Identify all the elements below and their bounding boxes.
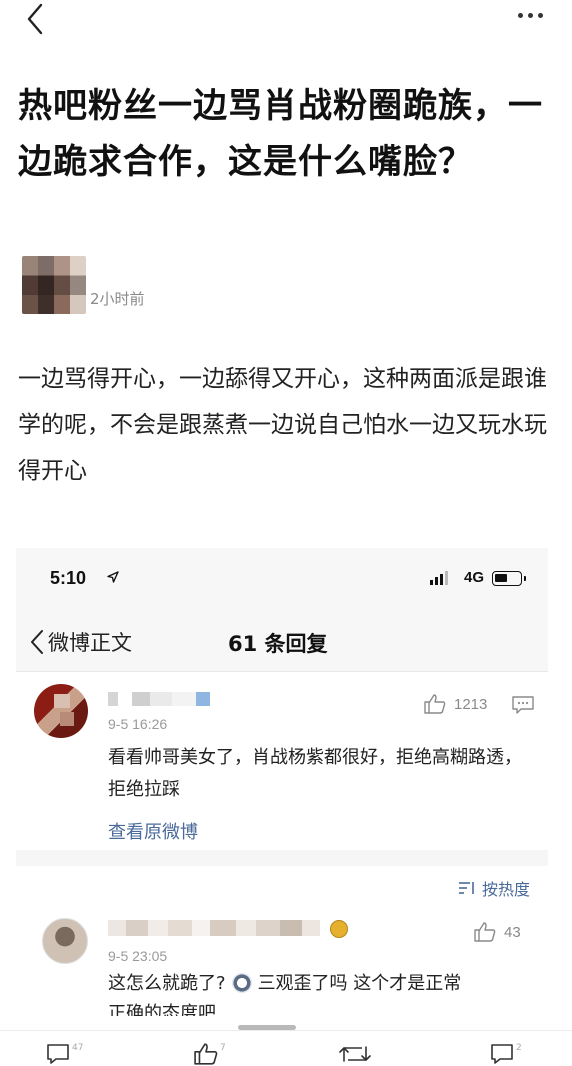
author-row: 2小时前: [22, 256, 422, 316]
commenter-name-blurred[interactable]: [108, 692, 220, 706]
status-time: 5:10: [50, 568, 87, 588]
commenter-name-blurred[interactable]: [108, 920, 356, 936]
view-original-weibo-link[interactable]: 查看原微博: [108, 818, 198, 844]
weibo-back-button[interactable]: 微博正文: [30, 626, 132, 658]
article-body: 一边骂得开心，一边舔得又开心，这种两面派是跟谁学的呢，不会是跟蒸煮一边说自己怕水…: [18, 366, 547, 484]
post-time: 2小时前: [90, 290, 145, 308]
weibo-back-label: 微博正文: [48, 631, 132, 655]
embedded-screenshot: 5:10 4G 微博正文 61 条回复 9-5 16:26 1213 看看帅哥美…: [16, 548, 548, 1018]
comment-text: 这怎么就跪了? 三观歪了吗 这个才是正常: [108, 973, 462, 994]
like-count: 1213: [454, 695, 488, 713]
chevron-left-icon: [31, 630, 43, 654]
thumbs-up-icon: [194, 1043, 218, 1065]
network-type: 4G: [464, 569, 485, 586]
weibo-nav-title: 61 条回复: [228, 632, 328, 656]
sort-bar: 按热度: [16, 866, 548, 906]
more-options-button[interactable]: [510, 4, 550, 26]
sort-icon: [458, 882, 474, 894]
top-bar: [0, 0, 572, 44]
shocked-face-icon: [231, 973, 252, 993]
commenter-avatar[interactable]: [42, 918, 88, 964]
comment-tab[interactable]: 47: [46, 1043, 83, 1065]
article-title: 热吧粉丝一边骂肖战粉圈跪族，一边跪求合作，这是什么嘴脸？: [18, 86, 543, 182]
like-tab[interactable]: 7: [194, 1043, 226, 1065]
commenter-avatar[interactable]: [34, 684, 88, 738]
repost-tab[interactable]: [338, 1043, 372, 1065]
like-button[interactable]: 1213: [424, 694, 487, 714]
comment-text: 看看帅哥美女了，肖战杨紫都很好，拒绝高糊路透，拒绝拉踩: [108, 747, 522, 800]
back-button[interactable]: [18, 0, 52, 38]
comment-time: 9-5 23:05: [108, 948, 168, 964]
comment-item: 9-5 16:26 1213 看看帅哥美女了，肖战杨紫都很好，拒绝高糊路透，拒绝…: [16, 672, 548, 850]
bottom-action-bar: 47 7 2: [0, 1030, 572, 1066]
status-bar: 5:10 4G: [16, 548, 548, 612]
sort-by-popularity-button[interactable]: 按热度: [458, 876, 530, 900]
like-count: 43: [504, 923, 521, 941]
location-arrow-icon: [107, 571, 119, 583]
comment-text-continued: 正确的态度吧: [108, 1003, 216, 1016]
reply-tab[interactable]: 2: [490, 1043, 522, 1065]
thumbs-up-icon: [424, 694, 446, 714]
thumbs-up-icon: [474, 922, 496, 942]
comment-icon: [47, 1044, 69, 1064]
reply-box-icon: [491, 1044, 513, 1064]
sort-label: 按热度: [481, 880, 530, 899]
repost-icon: [339, 1046, 371, 1062]
comment-time: 9-5 16:26: [108, 716, 168, 732]
comment-item: 9-5 23:05 43 这怎么就跪了? 三观歪了吗 这个才是正常 正确的态度吧: [16, 906, 548, 1018]
battery-icon: [492, 571, 526, 586]
like-button[interactable]: 43: [474, 922, 521, 942]
chevron-left-icon: [27, 3, 43, 35]
author-avatar[interactable]: [22, 256, 86, 314]
signal-icon: [430, 571, 448, 585]
gold-badge-icon: [330, 920, 348, 938]
reply-icon[interactable]: [512, 696, 534, 714]
weibo-nav-bar: 微博正文 61 条回复: [16, 612, 548, 672]
more-dots-icon: [517, 12, 523, 18]
